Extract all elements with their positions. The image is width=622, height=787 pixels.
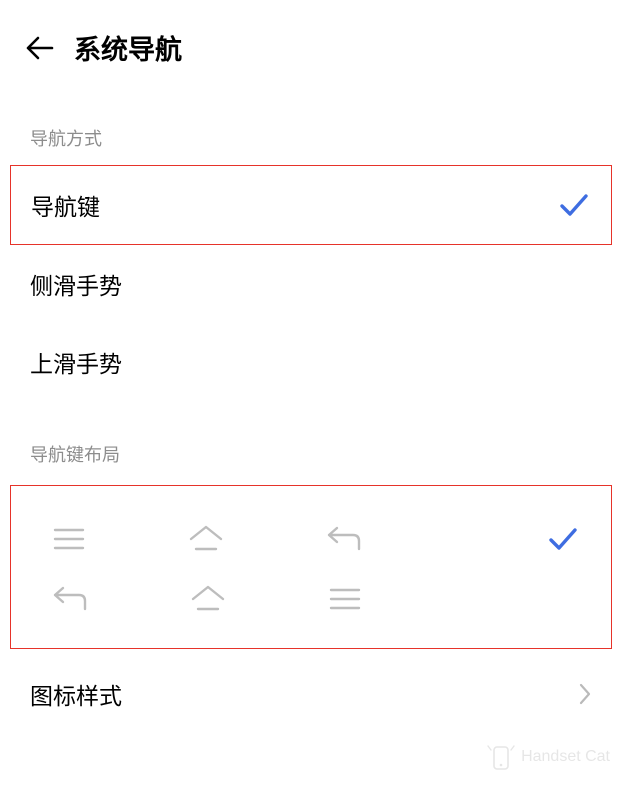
option-label: 上滑手势	[30, 345, 122, 379]
home-icon	[187, 524, 225, 554]
layout-option-1[interactable]	[11, 508, 611, 570]
highlight-nav-layout	[10, 485, 612, 649]
menu-icon	[327, 584, 363, 614]
layout-option-2[interactable]	[11, 570, 611, 628]
link-label: 图标样式	[30, 677, 122, 711]
back-arrow-icon[interactable]	[24, 32, 56, 64]
back-icon	[325, 524, 363, 554]
option-side-swipe[interactable]: 侧滑手势	[0, 245, 622, 323]
option-nav-keys[interactable]: 导航键	[11, 166, 611, 244]
option-label: 导航键	[31, 188, 100, 222]
watermark-text: Handset Cat	[521, 748, 610, 766]
page-title: 系统导航	[74, 28, 182, 67]
home-icon	[189, 584, 227, 614]
chevron-right-icon	[578, 682, 592, 706]
section-label-nav-method: 导航方式	[0, 125, 622, 151]
option-up-swipe[interactable]: 上滑手势	[0, 323, 622, 401]
check-icon	[541, 522, 585, 556]
link-icon-style[interactable]: 图标样式	[0, 655, 622, 733]
menu-icon	[51, 524, 87, 554]
check-icon	[557, 188, 591, 222]
section-label-nav-layout: 导航键布局	[0, 441, 622, 467]
back-icon	[51, 584, 89, 614]
option-label: 侧滑手势	[30, 267, 122, 301]
watermark: Handset Cat	[487, 743, 610, 771]
highlight-nav-keys: 导航键	[10, 165, 612, 245]
